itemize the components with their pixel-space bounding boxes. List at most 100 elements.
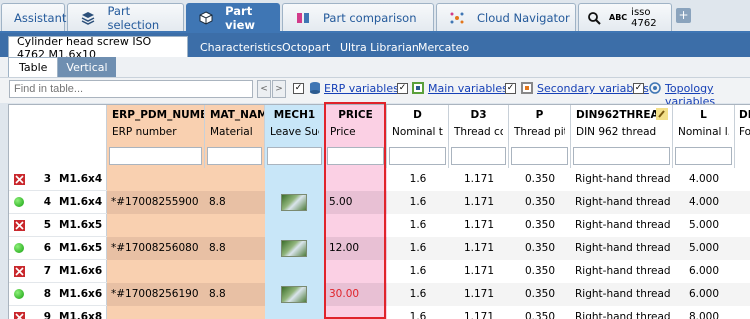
filter-input[interactable] xyxy=(389,147,446,165)
secondary-variables-checkbox[interactable]: ✓ xyxy=(505,83,516,94)
col-header-name: D xyxy=(413,109,422,121)
thumbnail-image xyxy=(281,194,307,211)
din962-thread-cell: Right-hand thread xyxy=(571,283,673,306)
material-cell: 8.8 xyxy=(205,237,265,260)
tab-part-selection-label: Part selection xyxy=(107,3,160,32)
d-cell: 1.6 xyxy=(387,237,449,260)
add-tab-button[interactable]: + xyxy=(676,8,691,23)
col-header-name: MAT_NAME xyxy=(210,109,264,121)
erp-variables-link[interactable]: ERP variables xyxy=(324,82,399,95)
d-cell: 1.6 xyxy=(387,260,449,283)
parts-table: ERP_PDM_NUMBER ERP number MAT_NAME Materia… xyxy=(8,104,750,319)
d-cell: 1.6 xyxy=(387,283,449,306)
topology-variables-icon xyxy=(649,82,661,94)
p-cell: 0.350 xyxy=(509,283,571,306)
erp-number-cell: *#17008255900 xyxy=(107,191,205,214)
table-row[interactable]: 9 M1.6x8 1.6 1.171 0.350 Right-hand thread 8.0… xyxy=(9,306,750,319)
search-icon xyxy=(587,10,601,26)
filter-input[interactable] xyxy=(675,147,732,165)
di-cell xyxy=(735,214,750,237)
mech-cell xyxy=(265,260,325,283)
erp-number-cell xyxy=(107,260,205,283)
tab-part-comparison[interactable]: Part comparison xyxy=(282,3,434,31)
di-cell xyxy=(735,306,750,319)
prev-button[interactable]: < xyxy=(257,80,271,98)
erp-number-cell xyxy=(107,214,205,237)
tab-mercateo[interactable]: Mercateo xyxy=(410,37,477,57)
material-cell: 8.8 xyxy=(205,283,265,306)
layers-icon xyxy=(80,10,95,26)
tab-cloud-navigator[interactable]: Cloud Navigator xyxy=(436,3,576,31)
filter-input[interactable] xyxy=(451,147,506,165)
p-cell: 0.350 xyxy=(509,306,571,319)
din962-thread-cell: Right-hand thread xyxy=(571,306,673,319)
table-row[interactable]: 6 M1.6x5 *#17008256080 8.8 12.00 1.6 1.171 0.35… xyxy=(9,237,750,260)
tab-vertical[interactable]: Vertical xyxy=(58,57,116,77)
d3-cell: 1.171 xyxy=(449,283,509,306)
l-cell: 4.000 xyxy=(673,168,735,191)
filter-input[interactable] xyxy=(511,147,568,165)
tab-part-view[interactable]: Part view xyxy=(186,3,280,32)
l-cell: 6.000 xyxy=(673,260,735,283)
topology-variables-checkbox[interactable]: ✓ xyxy=(633,83,644,94)
tab-part-selection[interactable]: Part selection xyxy=(67,3,184,32)
tab-assistant-label: Assistant xyxy=(14,10,67,25)
col-header-desc: Leave Suc... xyxy=(270,126,319,138)
mech-cell xyxy=(265,191,325,214)
main-variables-link[interactable]: Main variables xyxy=(428,82,508,95)
table-row[interactable]: 5 M1.6x5 1.6 1.171 0.350 Right-hand thread 5.0… xyxy=(9,214,750,237)
tab-cloud-navigator-label: Cloud Navigator xyxy=(477,10,570,25)
filter-input[interactable] xyxy=(573,147,670,165)
table-row[interactable]: 3 M1.6x4 1.6 1.171 0.350 Right-hand thread 4.0… xyxy=(9,168,750,191)
available-status-icon xyxy=(14,243,24,253)
tab-cylinder-head-screw[interactable]: Cylinder head screw ISO 4762 M1.6x10 xyxy=(8,35,188,61)
filter-input[interactable] xyxy=(327,147,384,165)
unavailable-status-icon xyxy=(14,312,25,319)
mech-cell xyxy=(265,214,325,237)
d3-cell: 1.171 xyxy=(449,260,509,283)
filter-input[interactable] xyxy=(109,147,202,165)
col-header-desc: ERP number xyxy=(112,126,177,138)
col-header-desc: Nominal l... xyxy=(678,126,729,138)
main-variables-icon xyxy=(412,82,424,94)
edit-icon[interactable] xyxy=(656,108,668,120)
database-icon xyxy=(310,82,320,94)
din962-thread-cell: Right-hand thread xyxy=(571,168,673,191)
main-variables-checkbox[interactable]: ✓ xyxy=(397,83,408,94)
di-cell xyxy=(735,168,750,191)
unavailable-status-icon xyxy=(14,174,25,185)
price-cell: 12.00 xyxy=(325,237,387,260)
col-header-name: DI xyxy=(739,109,750,121)
tab-octopart[interactable]: Octopart xyxy=(274,37,338,57)
d3-cell: 1.171 xyxy=(449,237,509,260)
material-cell xyxy=(205,168,265,191)
table-row[interactable]: 4 M1.6x4 *#17008255900 8.8 5.00 1.6 1.171 0.350… xyxy=(9,191,750,214)
col-header-desc: Thread pit... xyxy=(514,126,565,138)
compare-icon xyxy=(295,10,311,26)
di-cell xyxy=(735,283,750,306)
tab-search-label: isso 4762 xyxy=(631,6,657,29)
mech-cell xyxy=(265,283,325,306)
material-cell xyxy=(205,214,265,237)
erp-variables-checkbox[interactable]: ✓ xyxy=(293,83,304,94)
col-header-desc: Nominal t... xyxy=(392,126,443,138)
mech-cell xyxy=(265,306,325,319)
col-header-name: PRICE xyxy=(338,109,373,121)
search-input[interactable] xyxy=(9,80,253,98)
row-number: 3 xyxy=(43,173,51,185)
di-cell xyxy=(735,237,750,260)
l-cell: 5.000 xyxy=(673,237,735,260)
table-row[interactable]: 7 M1.6x6 1.6 1.171 0.350 Right-hand thread 6.0… xyxy=(9,260,750,283)
row-label: M1.6x4 xyxy=(59,173,103,185)
thumbnail-image xyxy=(281,240,307,257)
table-row[interactable]: 8 M1.6x6 *#17008256190 8.8 30.00 1.6 1.171 0.35… xyxy=(9,283,750,306)
price-cell xyxy=(325,260,387,283)
filter-input[interactable] xyxy=(207,147,262,165)
next-button[interactable]: > xyxy=(272,80,286,98)
p-cell: 0.350 xyxy=(509,237,571,260)
thumbnail-image xyxy=(281,286,307,303)
tab-table[interactable]: Table xyxy=(8,57,59,77)
tab-search-isso[interactable]: ABC isso 4762 xyxy=(578,3,672,31)
tab-assistant[interactable]: Assistant xyxy=(1,3,67,31)
filter-input[interactable] xyxy=(267,147,322,165)
